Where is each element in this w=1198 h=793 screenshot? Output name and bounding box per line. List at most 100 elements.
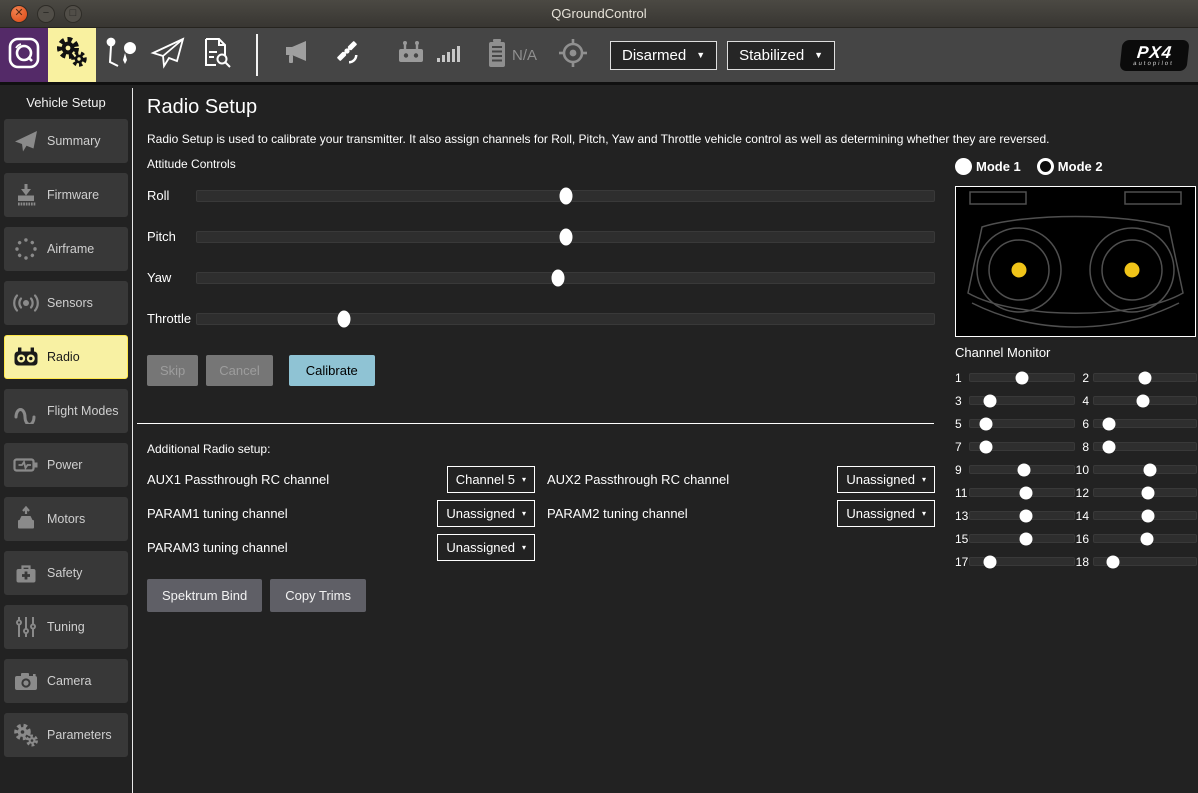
aux1-passthrough-rc-channel-dropdown-value: Channel 5 [456, 472, 515, 487]
cancel-button[interactable]: Cancel [206, 355, 272, 386]
channel-number: 10 [1075, 463, 1093, 477]
px4-logo-text: PX4 [1134, 43, 1177, 63]
window-titlebar: ✕ − □ QGroundControl [0, 0, 1198, 28]
rc-rssi-indicator[interactable] [394, 37, 461, 74]
channel-value-thumb [983, 555, 996, 568]
calibrate-button[interactable]: Calibrate [289, 355, 375, 386]
window-minimize-button[interactable]: − [37, 5, 55, 23]
tab-analyze[interactable] [192, 28, 240, 82]
right-stick-dot [1125, 263, 1140, 278]
copy-trims-button[interactable]: Copy Trims [270, 579, 366, 612]
attitude-slider-thumb[interactable] [559, 187, 572, 204]
channel-value-thumb [1020, 509, 1033, 522]
motor-icon [5, 506, 47, 532]
tab-plan[interactable] [96, 28, 144, 82]
channel-number: 15 [955, 532, 969, 546]
channel-number: 5 [955, 417, 969, 431]
attitude-slider-track-roll[interactable] [196, 190, 935, 202]
flight-mode-dropdown[interactable]: Stabilized ▼ [727, 41, 835, 70]
gps-lock-indicator[interactable] [555, 35, 591, 76]
sidebar-item-camera[interactable]: Camera [4, 659, 128, 703]
plan-route-icon [103, 36, 137, 75]
channel-option-label: AUX2 Passthrough RC channel [535, 472, 836, 487]
channel-value-thumb [1107, 555, 1120, 568]
attitude-slider-track-throttle[interactable] [196, 313, 935, 325]
sidebar-item-power[interactable]: Power [4, 443, 128, 487]
caret-down-icon: ▾ [522, 475, 526, 484]
sidebar-items: Summary Firmware Airframe Sensors Radio Fligh… [0, 119, 132, 757]
additional-setup-rows: AUX1 Passthrough RC channelChannel 5▾AUX… [147, 462, 947, 564]
messages-indicator[interactable] [281, 37, 313, 74]
sidebar-item-label: Safety [47, 566, 82, 580]
gps-crosshair-icon [555, 35, 591, 76]
channel-15-bar [969, 534, 1075, 543]
attitude-slider-track-yaw[interactable] [196, 272, 935, 284]
param2-tuning-channel-dropdown[interactable]: Unassigned ▾ [837, 500, 935, 527]
section-separator [137, 423, 934, 424]
spektrum-bind-button[interactable]: Spektrum Bind [147, 579, 262, 612]
camera-icon [5, 668, 47, 694]
channel-monitor-heading: Channel Monitor [955, 345, 1196, 360]
sidebar-item-summary[interactable]: Summary [4, 119, 128, 163]
skip-button[interactable]: Skip [147, 355, 198, 386]
sidebar-item-label: Power [47, 458, 82, 472]
caret-down-icon: ▾ [922, 509, 926, 518]
channel-4-bar [1093, 396, 1197, 405]
param3-tuning-channel-dropdown[interactable]: Unassigned▾ [437, 534, 535, 561]
sidebar-item-airframe[interactable]: Airframe [4, 227, 128, 271]
px4-logo-subtext: autopilot [1133, 61, 1174, 67]
mode-radio-mode-2[interactable]: Mode 2 [1037, 158, 1103, 175]
attitude-slider-row-throttle: Throttle [147, 298, 935, 339]
sidebar-item-sensors[interactable]: Sensors [4, 281, 128, 325]
attitude-slider-label: Throttle [147, 311, 196, 326]
aux1-passthrough-rc-channel-dropdown[interactable]: Channel 5 ▾ [447, 466, 535, 493]
tab-vehicle-setup[interactable] [48, 28, 96, 82]
channel-value-thumb [979, 440, 992, 453]
sidebar-item-flight-modes[interactable]: Flight Modes [4, 389, 128, 433]
sidebar-item-radio[interactable]: Radio [4, 335, 128, 379]
param3-tuning-channel-dropdown-value: Unassigned [446, 540, 515, 555]
document-search-icon [199, 36, 233, 75]
sidebar-item-motors[interactable]: Motors [4, 497, 128, 541]
arm-state-dropdown[interactable]: Disarmed ▼ [610, 41, 717, 70]
attitude-slider-thumb[interactable] [338, 310, 351, 327]
channel-2-bar [1093, 373, 1197, 382]
param1-tuning-channel-dropdown[interactable]: Unassigned▾ [437, 500, 535, 527]
left-stick-dot [1012, 263, 1027, 278]
channel-number: 11 [955, 486, 969, 500]
sidebar-item-label: Parameters [47, 728, 112, 742]
param2-tuning-channel-dropdown-value: Unassigned [846, 506, 915, 521]
attitude-slider-thumb[interactable] [552, 269, 565, 286]
aux2-passthrough-rc-channel-dropdown-value: Unassigned [846, 472, 915, 487]
vehicle-setup-sidebar: Vehicle Setup SummaryFirmwareAirframeSen… [0, 88, 133, 793]
attitude-slider-label: Pitch [147, 229, 196, 244]
channel-16-bar [1093, 534, 1197, 543]
attitude-slider-thumb[interactable] [559, 228, 572, 245]
channel-11-bar [969, 488, 1075, 497]
channel-value-thumb [1020, 486, 1033, 499]
sidebar-item-safety[interactable]: Safety [4, 551, 128, 595]
medkit-icon [5, 560, 47, 586]
channel-option-label: PARAM2 tuning channel [535, 506, 836, 521]
sidebar-item-parameters[interactable]: Parameters [4, 713, 128, 757]
aux2-passthrough-rc-channel-dropdown[interactable]: Unassigned▾ [837, 466, 935, 493]
wave-icon [5, 398, 47, 424]
sidebar-item-label: Firmware [47, 188, 99, 202]
sidebar-item-firmware[interactable]: Firmware [4, 173, 128, 217]
channel-1-bar [969, 373, 1075, 382]
window-close-button[interactable]: ✕ [10, 5, 28, 23]
caret-down-icon: ▼ [814, 50, 823, 60]
gears-icon [5, 721, 47, 749]
channel-number: 1 [955, 371, 969, 385]
mode-radio-mode-1[interactable]: Mode 1 [955, 158, 1021, 175]
gps-satellite-indicator[interactable] [331, 37, 363, 74]
sidebar-item-tuning[interactable]: Tuning [4, 605, 128, 649]
tab-qgc-home[interactable] [0, 28, 48, 82]
battery-indicator[interactable]: N/A [484, 36, 537, 75]
attitude-slider-track-pitch[interactable] [196, 231, 935, 243]
window-maximize-button[interactable]: □ [64, 5, 82, 23]
channel-14-bar [1093, 511, 1197, 520]
channel-17-bar [969, 557, 1075, 566]
channel-value-thumb [1144, 463, 1157, 476]
tab-fly[interactable] [144, 28, 192, 82]
